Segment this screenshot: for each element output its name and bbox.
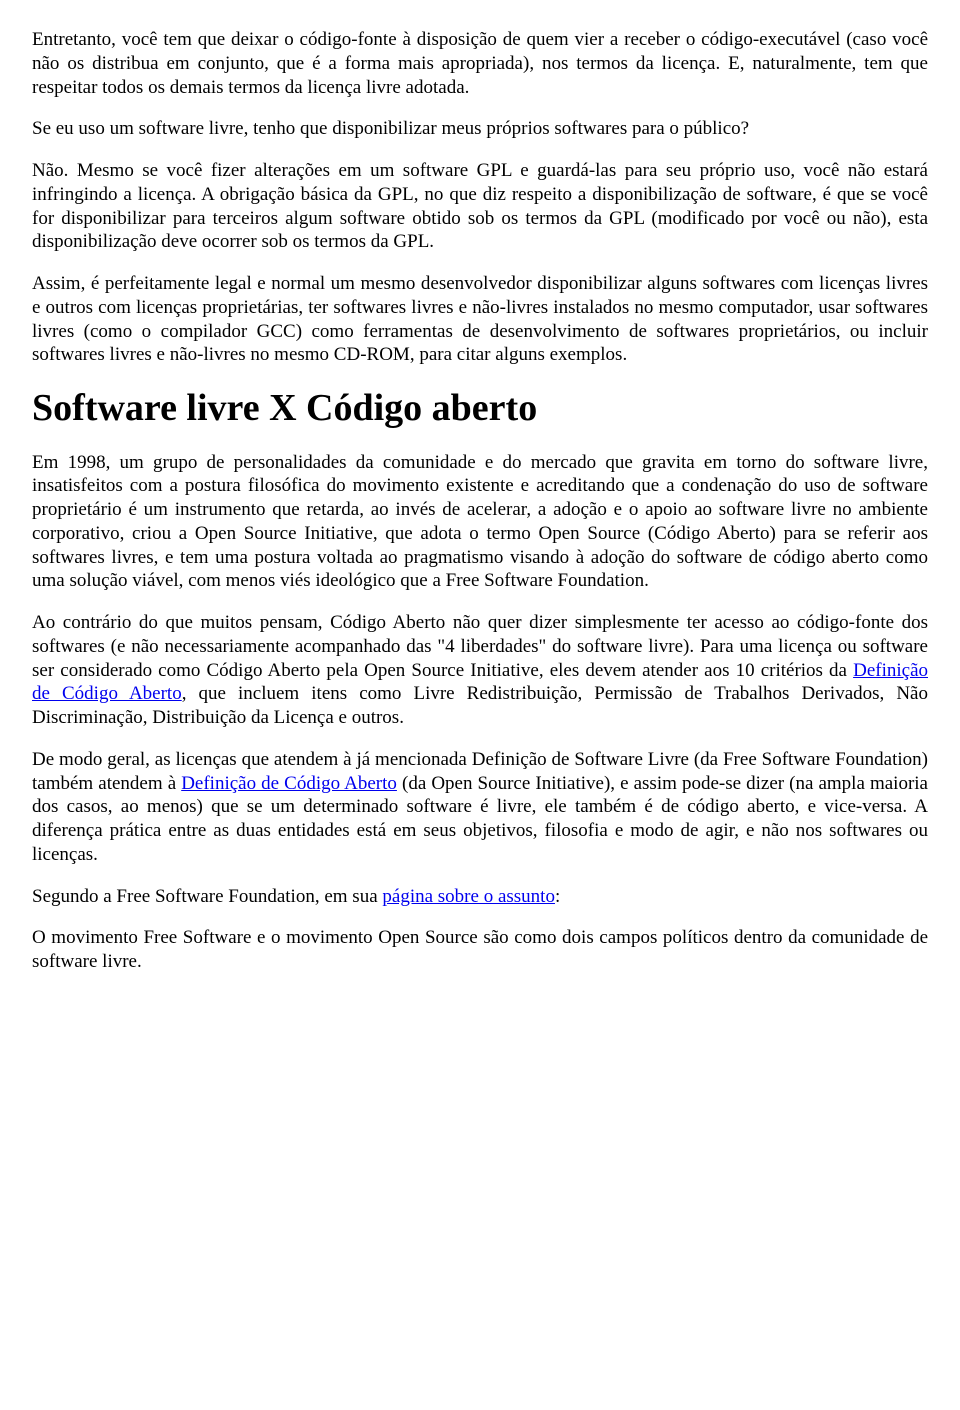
text-span: Segundo a Free Software Foundation, em s… bbox=[32, 886, 382, 907]
paragraph: Segundo a Free Software Foundation, em s… bbox=[32, 885, 928, 909]
paragraph: Entretanto, você tem que deixar o código… bbox=[32, 28, 928, 99]
paragraph: O movimento Free Software e o movimento … bbox=[32, 926, 928, 974]
paragraph: De modo geral, as licenças que atendem à… bbox=[32, 748, 928, 867]
paragraph: Ao contrário do que muitos pensam, Códig… bbox=[32, 611, 928, 730]
text-span: : bbox=[555, 886, 560, 907]
link-definicao-codigo-aberto-2[interactable]: Definição de Código Aberto bbox=[181, 773, 397, 794]
section-heading: Software livre X Código aberto bbox=[32, 385, 928, 433]
paragraph: Não. Mesmo se você fizer alterações em u… bbox=[32, 159, 928, 254]
paragraph: Assim, é perfeitamente legal e normal um… bbox=[32, 272, 928, 367]
paragraph: Em 1998, um grupo de personalidades da c… bbox=[32, 451, 928, 594]
text-span: Ao contrário do que muitos pensam, Códig… bbox=[32, 612, 928, 681]
paragraph: Se eu uso um software livre, tenho que d… bbox=[32, 117, 928, 141]
link-pagina-assunto[interactable]: página sobre o assunto bbox=[382, 886, 555, 907]
